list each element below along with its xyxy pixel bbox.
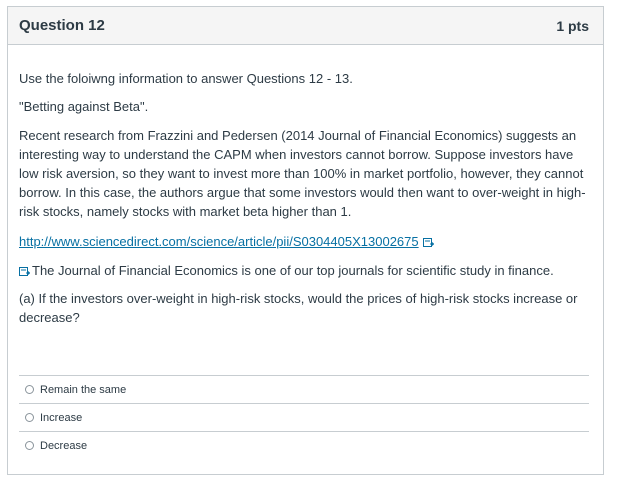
research-paragraph: Recent research from Frazzini and Peders…	[19, 128, 586, 219]
answer-label: Decrease	[40, 439, 88, 452]
question-title: Question 12	[19, 17, 105, 34]
question-card: Question 12 1 pts Use the foloiwng infor…	[7, 6, 604, 475]
journal-note-line: The Journal of Financial Economics is on…	[19, 261, 591, 280]
answer-label: Increase	[40, 411, 83, 424]
answer-option-increase[interactable]: Increase	[19, 403, 589, 431]
external-link-icon[interactable]	[19, 267, 30, 276]
answer-option-remain-same[interactable]: Remain the same	[19, 375, 589, 403]
quote-text: "Betting against Beta".	[19, 99, 149, 114]
answer-list: Remain the same Increase Decrease	[19, 375, 589, 459]
answer-option-decrease[interactable]: Decrease	[19, 431, 589, 459]
question-prompt: (a) If the investors over-weight in high…	[19, 291, 578, 325]
answer-label: Remain the same	[40, 383, 127, 396]
journal-note-text: The Journal of Financial Economics is on…	[32, 263, 554, 278]
radio-button[interactable]	[25, 413, 34, 422]
radio-button[interactable]	[25, 441, 34, 450]
article-link[interactable]: http://www.sciencedirect.com/science/art…	[19, 234, 419, 249]
question-points: 1 pts	[556, 17, 589, 34]
radio-button[interactable]	[25, 385, 34, 394]
question-header: Question 12 1 pts	[8, 7, 603, 45]
link-line: http://www.sciencedirect.com/science/art…	[19, 232, 591, 251]
intro-text: Use the foloiwng information to answer Q…	[19, 71, 353, 86]
external-link-icon[interactable]	[422, 238, 434, 247]
